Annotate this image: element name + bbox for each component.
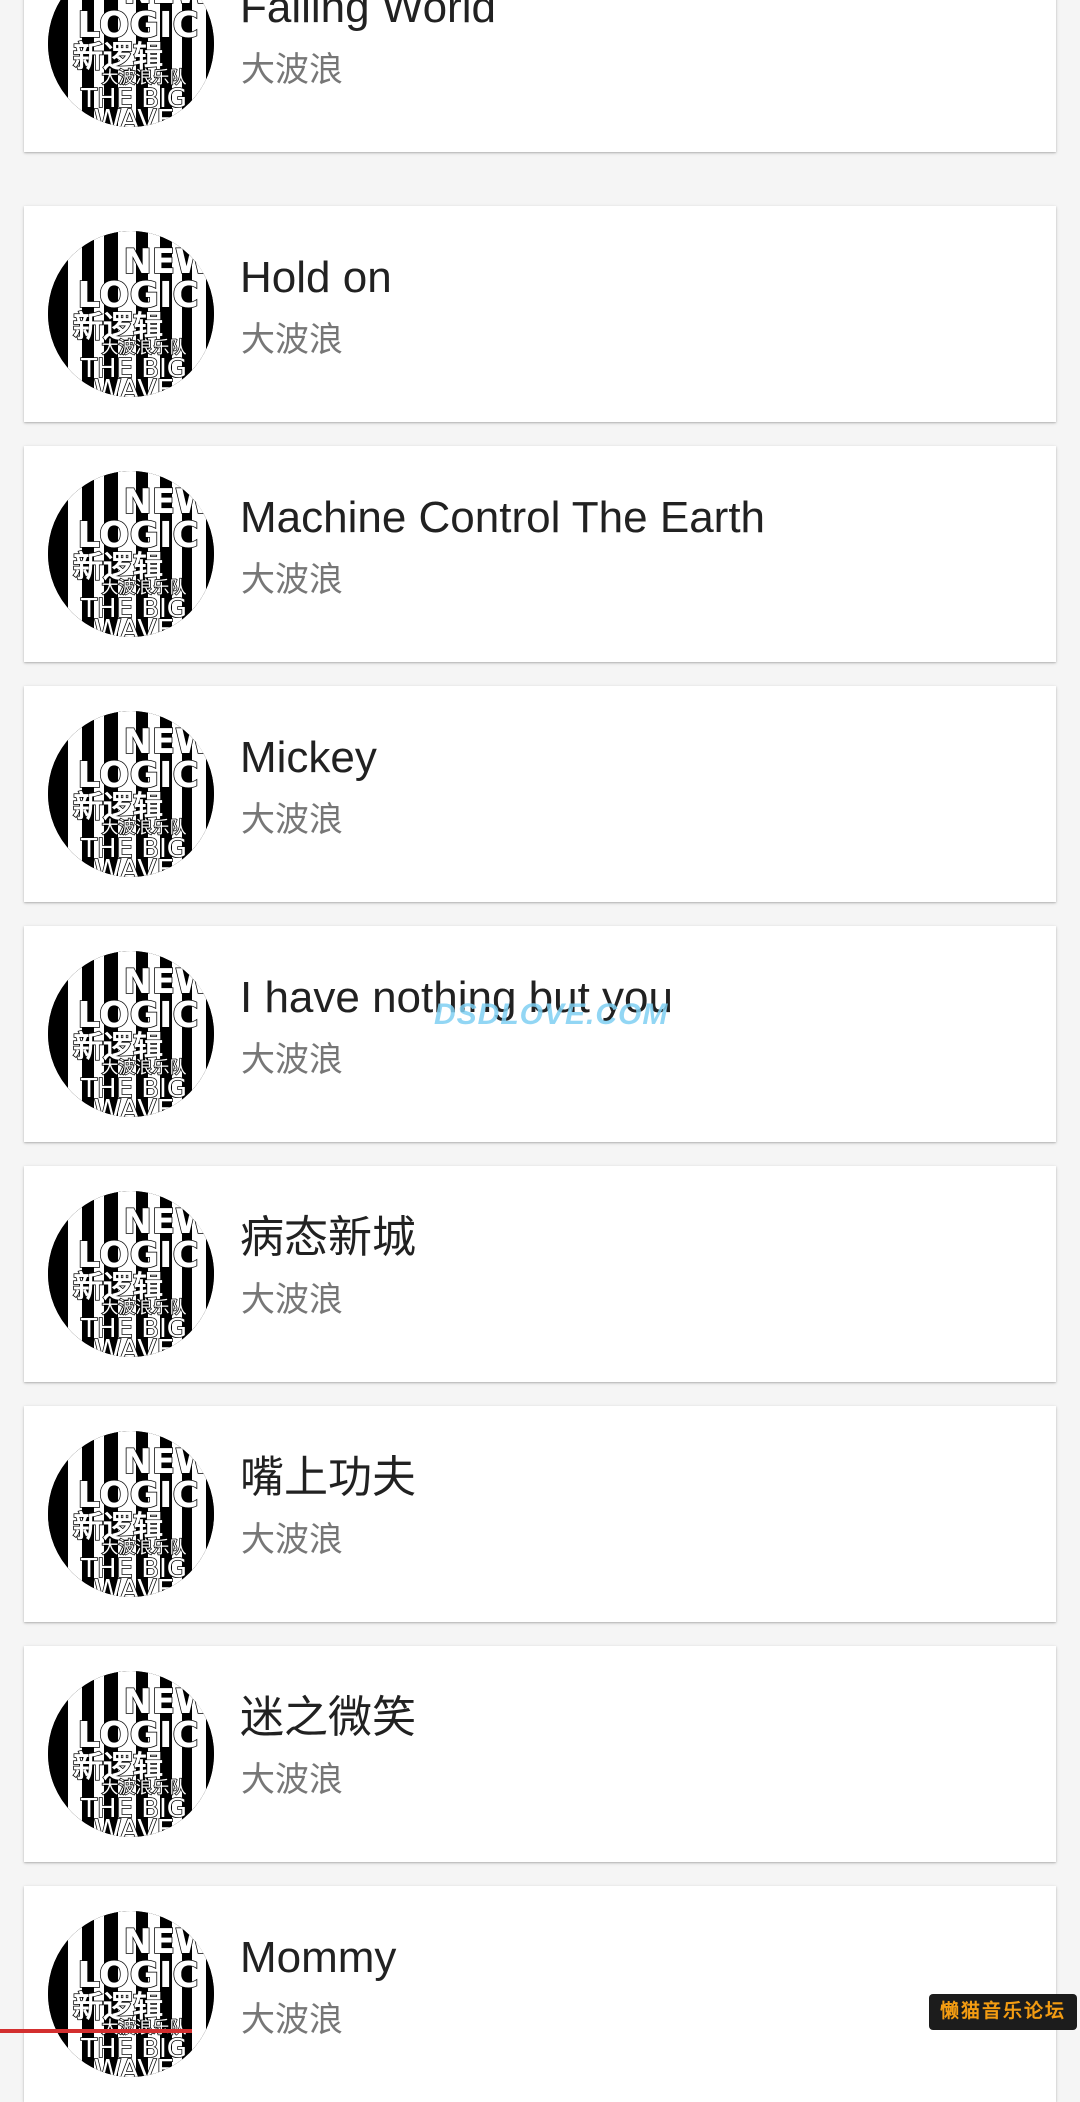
song-artist: 大波浪: [241, 1761, 343, 1799]
cover-line6: WAVE: [94, 613, 174, 637]
cover-line6: WAVE: [94, 373, 174, 397]
song-artist: 大波浪: [241, 2001, 343, 2039]
song-title: I have nothing but you: [240, 973, 673, 1022]
song-artist: 大波浪: [241, 1281, 343, 1319]
album-cover-image: NEWLOGIC新逻辑大波浪乐队THE BIGWAVE: [48, 1191, 214, 1357]
song-artist: 大波浪: [241, 801, 343, 839]
song-title: 迷之微笑: [240, 1693, 416, 1742]
cover-line6: WAVE: [94, 1573, 174, 1597]
album-cover-image: NEWLOGIC新逻辑大波浪乐队THE BIGWAVE: [48, 1671, 214, 1837]
song-title: Mommy: [240, 1933, 397, 1982]
song-artist: 大波浪: [241, 51, 343, 89]
song-list-item[interactable]: NEW LOGIC 新逻辑 大波浪乐队 THE BIG WAVE 嘴上功夫大波浪: [24, 1406, 1056, 1622]
album-cover-image: NEWLOGIC新逻辑大波浪乐队THE BIGWAVE: [48, 1431, 214, 1597]
cover-line6: WAVE: [94, 2053, 174, 2077]
song-title: Machine Control The Earth: [240, 493, 766, 542]
song-list-item[interactable]: NEW LOGIC 新逻辑 大波浪乐队 THE BIG WAVE I have nothin…: [24, 926, 1056, 1142]
song-list-item[interactable]: NEW LOGIC 新逻辑 大波浪乐队 THE BIG WAVE Machine Contr…: [24, 446, 1056, 662]
song-title: Falling World: [240, 0, 496, 32]
song-artist: 大波浪: [241, 1521, 343, 1559]
song-title: Hold on: [240, 253, 392, 302]
forum-badge: 懒猫音乐论坛: [929, 1994, 1077, 2030]
cover-line6: WAVE: [94, 1813, 174, 1837]
song-list: NEWLOGIC新逻辑大波浪乐队THE BIGWAVE Falling World…: [0, 0, 1080, 2102]
cover-line6: WAVE: [94, 1333, 174, 1357]
song-list-item[interactable]: NEWLOGIC新逻辑大波浪乐队THE BIGWAVE Falling World…: [24, 0, 1056, 152]
album-cover-image: NEWLOGIC新逻辑大波浪乐队THE BIGWAVE: [48, 471, 214, 637]
song-list-item[interactable]: NEW LOGIC 新逻辑 大波浪乐队 THE BIG WAVE 迷之微笑大波浪: [24, 1646, 1056, 1862]
song-list-item[interactable]: NEW LOGIC 新逻辑 大波浪乐队 THE BIG WAVE Mickey 大波浪: [24, 686, 1056, 902]
song-list-item[interactable]: NEW LOGIC 新逻辑 大波浪乐队 THE BIG WAVE Hold on 大波浪: [24, 206, 1056, 422]
album-cover-image: NEWLOGIC新逻辑大波浪乐队THE BIGWAVE: [48, 1911, 214, 2077]
song-list-item[interactable]: NEW LOGIC 新逻辑 大波浪乐队 THE BIG WAVE Mommy 大波浪: [24, 1886, 1056, 2102]
cover-line6: WAVE: [94, 103, 174, 127]
album-cover-image: NEWLOGIC新逻辑大波浪乐队THE BIGWAVE: [48, 231, 214, 397]
song-title: 嘴上功夫: [240, 1453, 416, 1502]
song-artist: 大波浪: [241, 1041, 343, 1079]
song-list-item[interactable]: NEW LOGIC 新逻辑 大波浪乐队 THE BIG WAVE 病态新城大波浪: [24, 1166, 1056, 1382]
album-cover-image: NEWLOGIC新逻辑大波浪乐队THE BIGWAVE: [48, 711, 214, 877]
cover-line6: WAVE: [94, 1093, 174, 1117]
progress-indicator: [0, 2029, 192, 2033]
cover-line6: WAVE: [94, 853, 174, 877]
song-artist: 大波浪: [241, 321, 343, 359]
song-artist: 大波浪: [241, 561, 343, 599]
song-title: Mickey: [240, 733, 377, 782]
song-title: 病态新城: [240, 1213, 416, 1262]
album-cover-image: NEWLOGIC新逻辑大波浪乐队THE BIGWAVE: [48, 0, 214, 127]
album-cover-image: NEWLOGIC新逻辑大波浪乐队THE BIGWAVE: [48, 951, 214, 1117]
